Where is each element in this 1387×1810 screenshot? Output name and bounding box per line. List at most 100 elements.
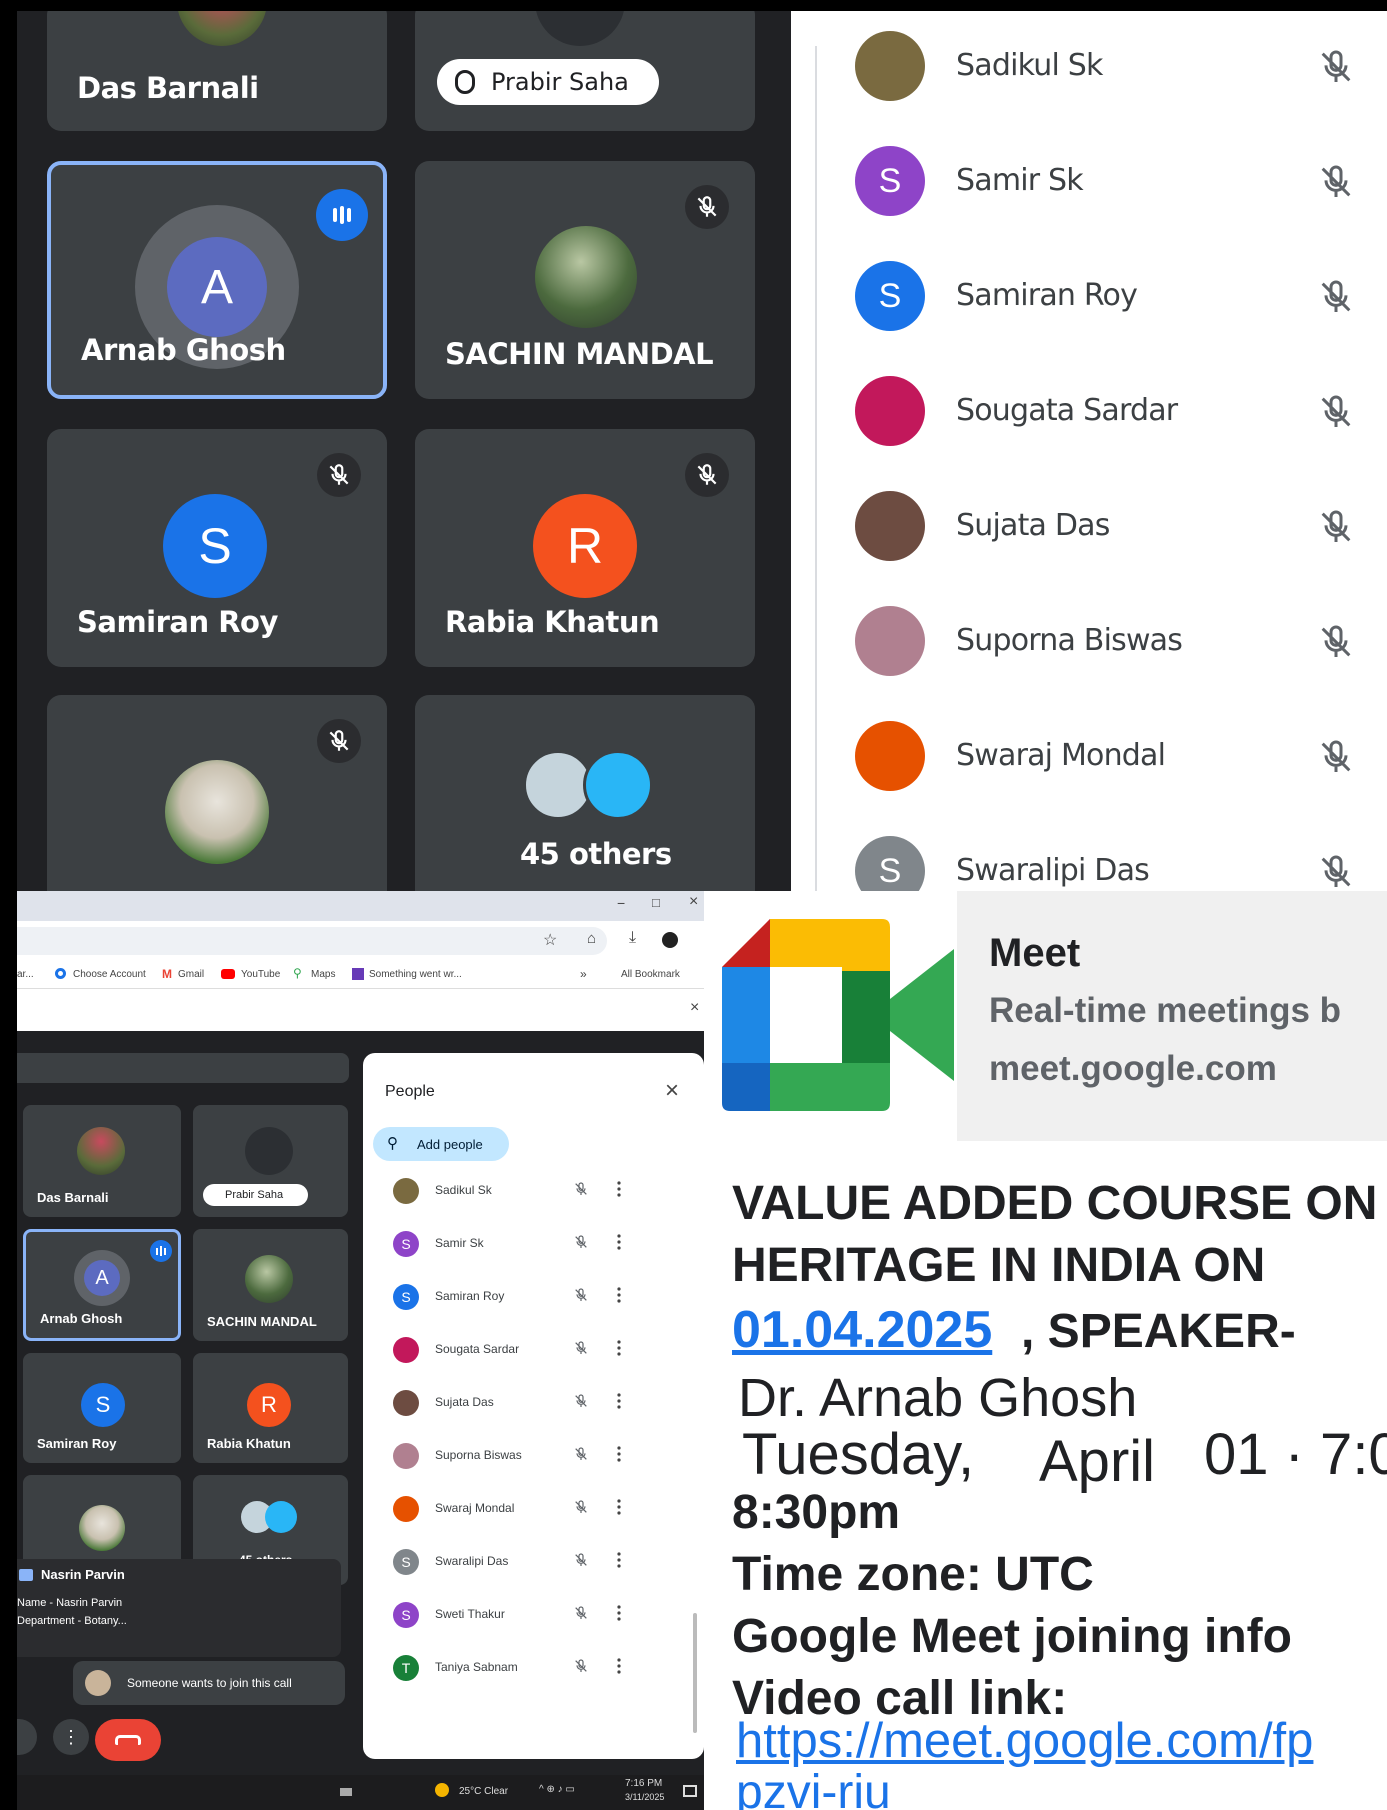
tile-samiran-roy[interactable]: S Samiran Roy: [47, 429, 387, 667]
maximize-button[interactable]: □: [652, 895, 660, 910]
avatar: [165, 760, 269, 864]
tile-arnab-ghosh[interactable]: A Arnab Ghosh: [47, 161, 387, 399]
participant-row[interactable]: S Sweti Thakur: [363, 1587, 653, 1640]
participant-name: SACHIN MANDAL: [207, 1314, 317, 1329]
preview-subtitle: Real-time meetings b: [989, 991, 1342, 1030]
participant-row[interactable]: T Taniya Sabnam: [363, 1640, 653, 1693]
more-options-icon[interactable]: [617, 1339, 621, 1357]
participant-row[interactable]: Sadikul Sk: [363, 1163, 653, 1216]
bookmarks-bar: ar... Choose Account M Gmail YouTube ⚲ M…: [17, 961, 704, 989]
bookmark[interactable]: YouTube: [241, 969, 280, 980]
more-options-icon[interactable]: [617, 1551, 621, 1569]
more-options-icon[interactable]: [617, 1657, 621, 1675]
avatar: R: [247, 1383, 291, 1427]
more-options-icon[interactable]: [617, 1180, 621, 1198]
card-line: Department - Botany...: [17, 1615, 127, 1627]
participant-row[interactable]: Sujata Das: [791, 463, 1387, 578]
tile-samiran-roy[interactable]: S Samiran Roy: [23, 1353, 181, 1463]
mic-off-icon: [317, 719, 361, 763]
address-bar[interactable]: [17, 927, 607, 955]
participant-row[interactable]: Suporna Biswas: [363, 1428, 653, 1481]
more-options-icon[interactable]: [617, 1445, 621, 1463]
close-window-button[interactable]: ×: [689, 893, 698, 911]
participant-row[interactable]: S Samir Sk: [363, 1216, 653, 1269]
leave-call-button[interactable]: [95, 1719, 161, 1761]
bookmark[interactable]: Something went wr...: [369, 969, 462, 980]
all-bookmarks[interactable]: All Bookmark: [621, 969, 680, 980]
participant-row[interactable]: Sougata Sardar: [363, 1322, 653, 1375]
participant-row[interactable]: Swaraj Mondal: [791, 693, 1387, 808]
participant-row[interactable]: Sujata Das: [363, 1375, 653, 1428]
link-preview[interactable]: Meet Real-time meetings b meet.google.co…: [704, 891, 1387, 1141]
tile-sachin-mandal[interactable]: SACHIN MANDAL: [415, 161, 755, 399]
more-options-icon[interactable]: [617, 1498, 621, 1516]
participant-name: Prabir Saha: [225, 1189, 284, 1201]
bookmark[interactable]: ar...: [17, 969, 34, 980]
mic-off-icon: [685, 453, 729, 497]
participant-row[interactable]: S Swaralipi Das: [791, 808, 1387, 891]
participant-row[interactable]: Swaraj Mondal: [363, 1481, 653, 1534]
mic-off-icon: [573, 1181, 589, 1197]
tile-das-barnali[interactable]: Das Barnali: [47, 11, 387, 131]
camera-button[interactable]: [17, 1719, 37, 1755]
bookmark[interactable]: Maps: [311, 969, 335, 980]
participant-row[interactable]: S Samiran Roy: [363, 1269, 653, 1322]
tile-participant[interactable]: [47, 695, 387, 891]
bookmark[interactable]: Choose Account: [73, 969, 146, 980]
participant-name: Samiran Roy: [435, 1289, 505, 1303]
tile-prabir-saha[interactable]: Prabir Saha: [415, 11, 755, 131]
avatar: [855, 491, 925, 561]
weather-icon: [435, 1783, 449, 1797]
extension-icon[interactable]: ⌂: [587, 930, 596, 947]
tile-sachin-mandal[interactable]: SACHIN MANDAL: [193, 1229, 348, 1341]
joining-info-text: Google Meet joining info: [732, 1610, 1292, 1663]
meet-link[interactable]: https://meet.google.com/fp: [736, 1713, 1313, 1769]
tile-prabir-saha[interactable]: Prabir Saha: [193, 1105, 348, 1217]
download-icon[interactable]: ⤓: [629, 929, 636, 947]
mic-off-icon: [1321, 280, 1351, 312]
participant-name: Suporna Biswas: [435, 1448, 522, 1462]
join-request-toast[interactable]: Someone wants to join this call: [73, 1661, 345, 1705]
tile-others[interactable]: 45 others: [415, 695, 755, 891]
more-options-icon[interactable]: [617, 1392, 621, 1410]
mic-off-icon: [1321, 50, 1351, 82]
mic-off-icon: [573, 1234, 589, 1250]
tile-rabia-khatun[interactable]: R Rabia Khatun: [415, 429, 755, 667]
tray-icons[interactable]: ^ ⊕ ♪ ▭: [539, 1784, 575, 1795]
participant-row[interactable]: S Samir Sk: [791, 118, 1387, 233]
participant-row[interactable]: S Samiran Roy: [791, 233, 1387, 348]
participant-name: Sujata Das: [435, 1395, 494, 1409]
mic-off-icon: [1321, 740, 1351, 772]
star-icon[interactable]: ☆: [543, 930, 557, 950]
tile-rabia-khatun[interactable]: R Rabia Khatun: [193, 1353, 348, 1463]
more-bookmarks[interactable]: »: [580, 967, 587, 981]
toolbar: ☆ ⌂ ⤓: [17, 921, 704, 961]
close-bar-button[interactable]: ×: [690, 999, 699, 1017]
date-link[interactable]: 01.04.2025: [732, 1300, 992, 1360]
tile-arnab-ghosh[interactable]: A Arnab Ghosh: [23, 1229, 181, 1341]
taskbar: 25°C Clear ^ ⊕ ♪ ▭ 7:16 PM 3/11/2025: [17, 1775, 704, 1810]
more-options-icon[interactable]: [617, 1604, 621, 1622]
participant-row[interactable]: Sadikul Sk: [791, 11, 1387, 118]
profile-icon[interactable]: [662, 932, 678, 948]
minimize-button[interactable]: −: [617, 895, 625, 911]
mic-off-icon: [573, 1340, 589, 1356]
taskbar-app-icon[interactable]: [340, 1788, 352, 1796]
participant-row[interactable]: Sougata Sardar: [791, 348, 1387, 463]
participant-name: Suporna Biswas: [956, 623, 1183, 658]
meet-link[interactable]: pzvi-riu: [736, 1765, 891, 1810]
preview-domain: meet.google.com: [989, 1049, 1277, 1088]
time-start-text: 01 · 7:0: [1204, 1422, 1387, 1487]
participant-name: Das Barnali: [37, 1190, 109, 1205]
scrollbar[interactable]: [693, 1613, 697, 1733]
tile-das-barnali[interactable]: Das Barnali: [23, 1105, 181, 1217]
more-options-icon[interactable]: [617, 1286, 621, 1304]
more-options-icon[interactable]: [617, 1233, 621, 1251]
more-options-button[interactable]: ⋮: [53, 1719, 89, 1755]
weather-text: 25°C Clear: [459, 1786, 509, 1797]
bookmark[interactable]: Gmail: [178, 969, 204, 980]
participant-row[interactable]: S Swaralipi Das: [363, 1534, 653, 1587]
participant-row[interactable]: Suporna Biswas: [791, 578, 1387, 693]
notification-icon[interactable]: [683, 1785, 697, 1797]
avatar: [177, 11, 267, 46]
